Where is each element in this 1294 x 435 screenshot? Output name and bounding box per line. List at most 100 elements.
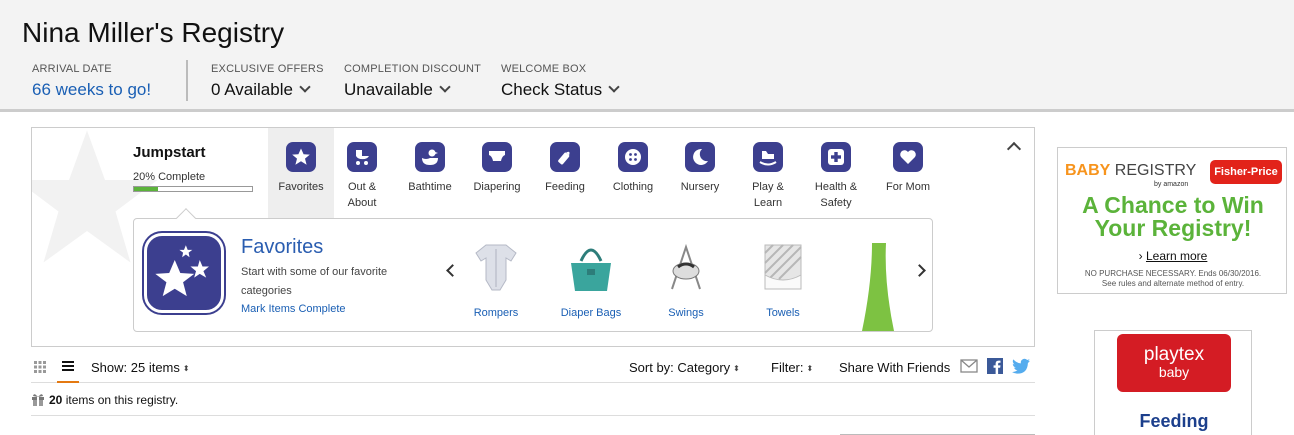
category-bathtime[interactable]: Bathtime [397,128,463,218]
favorites-title: Favorites [241,236,324,258]
category-nursery[interactable]: Nursery [667,128,733,218]
bottle-icon [550,142,580,172]
registry-item-count: 20 items on this registry. [31,393,178,407]
ad-headline: A Chance to Win Your Registry! [1082,192,1264,241]
ad-fine-print: NO PURCHASE NECESSARY. Ends 06/30/2016. S… [1084,269,1262,288]
registry-toolbar: Show: 25 items ⬍ Sort by: Category ⬍ Filte… [31,352,1035,383]
mark-items-complete-link[interactable]: Mark Items Complete [241,303,346,315]
jumpstart-progress-bar [133,186,253,192]
collapse-chevron-up-icon[interactable] [1006,141,1022,157]
twitter-icon[interactable] [1012,358,1030,374]
favorites-description: Start with some of our favorite categori… [241,266,388,297]
category-label: Out & [347,181,377,193]
chevron-down-icon [299,81,311,93]
category-favorites[interactable]: Favorites [268,128,334,218]
arrival-date-link[interactable]: 66 weeks to go! [32,80,151,100]
baby-registry-ad[interactable]: BABY REGISTRY by amazon Fisher-Price A C… [1057,147,1287,294]
category-out-about[interactable]: Out & About [329,128,395,218]
welcome-box-dropdown[interactable]: WELCOME BOX Check Status [501,63,620,100]
category-label: Play & [752,181,784,193]
email-icon[interactable] [960,358,978,374]
category-label: Diapering [473,181,521,193]
exclusive-offers-dropdown[interactable]: EXCLUSIVE OFFERS 0 Available [211,63,324,100]
favorites-stars-icon [144,233,224,313]
product-towels[interactable]: Towels [743,241,823,319]
facebook-icon[interactable] [986,358,1004,374]
learn-more-link[interactable]: › Learn more [1058,249,1288,263]
button-icon [618,142,648,172]
registry-header: Nina Miller's Registry ARRIVAL DATE 66 w… [0,0,1294,112]
category-for-mom[interactable]: For Mom [875,128,941,218]
ad-caption: Feeding [1139,411,1209,431]
gift-icon [32,394,44,406]
product-swings[interactable]: Swings [646,241,726,319]
medical-cross-icon [821,142,851,172]
baby-registry-logo: BABY REGISTRY [1065,162,1197,179]
category-health-safety[interactable]: Health & Safety [803,128,869,218]
filter-dropdown[interactable]: Filter: ⬍ [771,360,813,375]
jumpstart-title: Jumpstart [133,144,206,161]
romper-image [475,244,517,291]
rocking-horse-icon [753,142,783,172]
exclusive-offers-label: EXCLUSIVE OFFERS [211,63,324,75]
carousel-next-arrow-icon[interactable] [913,264,926,277]
stroller-icon [347,142,377,172]
divider [31,415,1035,416]
category-label: Nursery [680,181,720,193]
playtex-baby-logo: playtex baby [1117,334,1231,392]
arrival-date-stat: ARRIVAL DATE 66 weeks to go! [32,63,151,100]
star-icon [286,142,316,172]
favorites-detail-box: Favorites Start with some of our favorit… [133,218,933,332]
product-rompers[interactable]: Rompers [456,241,536,319]
completion-discount-value: Unavailable [344,80,433,99]
completion-discount-label: COMPLETION DISCOUNT [344,63,482,75]
arrival-date-label: ARRIVAL DATE [32,63,112,75]
category-clothing[interactable]: Clothing [600,128,666,218]
sort-arrows-icon: ⬍ [733,364,740,373]
registry-title: Nina Miller's Registry [22,17,285,48]
progress-fill [134,187,158,191]
category-label: For Mom [886,181,930,193]
product-label: Diaper Bags [560,307,622,319]
item-count-text: items on this registry. [65,393,179,407]
exclusive-offers-value: 0 Available [211,80,293,99]
fisher-price-logo: Fisher-Price [1210,160,1282,184]
product-diaper-bags[interactable]: Diaper Bags [551,241,631,319]
heart-icon [893,142,923,172]
share-with-friends-label: Share With Friends [839,360,951,375]
jumpstart-progress-text: 20% Complete [133,171,206,183]
completion-discount-dropdown[interactable]: COMPLETION DISCOUNT Unavailable [344,63,481,100]
diaper-icon [482,142,512,172]
product-label: Swings [668,307,704,319]
product-label: Rompers [473,307,519,319]
duck-icon [415,142,445,172]
category-label: Health & [814,181,858,193]
item-count-number: 20 [49,393,63,407]
product-label: Towels [766,307,800,319]
category-label: Favorites [278,181,324,193]
header-divider [186,60,188,101]
playtex-baby-ad[interactable]: playtex baby Feeding [1094,330,1252,435]
grid-view-icon[interactable] [34,361,46,373]
moon-icon [685,142,715,172]
category-feeding[interactable]: Feeding [532,128,598,218]
show-items-dropdown[interactable]: Show: 25 items ⬍ [91,360,190,375]
towel-image [764,244,802,290]
chevron-down-icon [439,81,451,93]
partial-product-image [862,243,894,331]
chevron-down-icon [608,81,620,93]
category-play-learn[interactable]: Play & Learn [735,128,801,218]
welcome-box-label: WELCOME BOX [501,63,587,75]
swing-image [671,243,701,290]
category-label: Bathtime [408,181,452,193]
list-view-icon[interactable] [57,352,79,383]
category-diapering[interactable]: Diapering [464,128,530,218]
sort-dropdown[interactable]: Sort by: Category ⬍ [629,360,740,375]
diaper-bag-image [571,248,611,291]
welcome-box-value: Check Status [501,80,603,99]
jumpstart-panel: Jumpstart 20% Complete Favorites Out & Ab… [31,127,1035,347]
category-label: Clothing [612,181,654,193]
category-label: Feeding [545,181,585,193]
sort-arrows-icon: ⬍ [806,364,814,373]
by-amazon-text: by amazon [1154,181,1189,188]
